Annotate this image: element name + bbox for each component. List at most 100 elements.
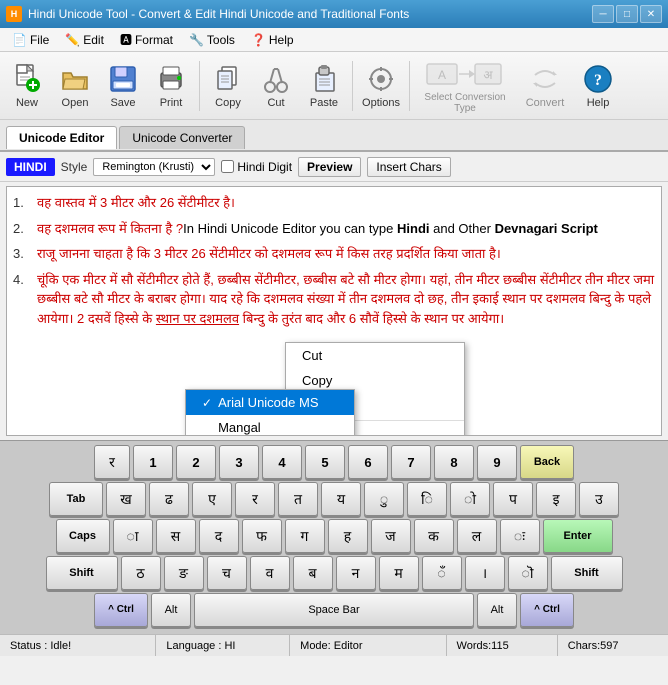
key-ta[interactable]: त [278, 482, 318, 516]
key-sa[interactable]: स [156, 519, 196, 553]
preview-button[interactable]: Preview [298, 157, 361, 177]
key-ctrl-left[interactable]: ^ Ctrl [94, 593, 148, 627]
menu-format[interactable]: 🅰 Format [112, 29, 181, 50]
key-ba[interactable]: ब [293, 556, 333, 590]
key-va[interactable]: व [250, 556, 290, 590]
key-ya[interactable]: य [321, 482, 361, 516]
editor-line-4: 4. चूंकि एक मीटर में सौ सेंटीमीटर होते ह… [13, 270, 655, 329]
key-ka[interactable]: क [414, 519, 454, 553]
key-i-vowel[interactable]: इ [536, 482, 576, 516]
menu-tools[interactable]: 🔧 Tools [181, 31, 243, 49]
new-button[interactable]: New [4, 56, 50, 116]
key-i-matra[interactable]: ि [407, 482, 447, 516]
app-icon: H [6, 6, 22, 22]
key-na[interactable]: न [336, 556, 376, 590]
key-6[interactable]: 6 [348, 445, 388, 479]
key-ra[interactable]: र‍ [94, 445, 130, 479]
print-button[interactable]: Print [148, 56, 194, 116]
editor-line-1: 1. वह वास्तव में 3 मीटर और 26 सेंटीमीटर … [13, 193, 655, 213]
editor-area[interactable]: 1. वह वास्तव में 3 मीटर और 26 सेंटीमीटर … [6, 186, 662, 436]
maximize-button[interactable]: □ [616, 5, 638, 23]
key-ra2[interactable]: र [235, 482, 275, 516]
key-u-vowel[interactable]: उ [579, 482, 619, 516]
key-kha[interactable]: ख [106, 482, 146, 516]
ctx-cut[interactable]: Cut [286, 343, 464, 368]
editor-line-3: 3. राजू जानना चाहता है कि 3 मीटर 26 सेंट… [13, 244, 655, 264]
key-aa-matra[interactable]: ा [113, 519, 153, 553]
key-o-matra[interactable]: ो [450, 482, 490, 516]
key-chandrabindu[interactable]: ँ [422, 556, 462, 590]
key-visarg[interactable]: ः [500, 519, 540, 553]
key-caps[interactable]: Caps [56, 519, 110, 553]
font-mangal[interactable]: ✓ Mangal [186, 415, 354, 436]
menu-edit[interactable]: ✏️ Edit [57, 31, 112, 49]
key-tha[interactable]: ठ [121, 556, 161, 590]
style-select[interactable]: Remington (Krusti) [93, 158, 215, 176]
key-shift-left[interactable]: Shift [46, 556, 118, 590]
key-9[interactable]: 9 [477, 445, 517, 479]
key-4[interactable]: 4 [262, 445, 302, 479]
file-icon: 📄 [12, 33, 27, 47]
insert-chars-button[interactable]: Insert Chars [367, 157, 450, 177]
hindi-digit-check-input[interactable] [221, 160, 234, 173]
app-window: H Hindi Unicode Tool - Convert & Edit Hi… [0, 0, 668, 656]
font-submenu: ✓ Arial Unicode MS ✓ Mangal [185, 389, 355, 436]
key-space[interactable]: Space Bar [194, 593, 474, 627]
key-cha[interactable]: च [207, 556, 247, 590]
key-u-matra[interactable]: ु [364, 482, 404, 516]
key-enter[interactable]: Enter [543, 519, 613, 553]
copy-button[interactable]: Copy [205, 56, 251, 116]
close-button[interactable]: ✕ [640, 5, 662, 23]
open-button[interactable]: Open [52, 56, 98, 116]
cut-button[interactable]: Cut [253, 56, 299, 116]
key-alt-left[interactable]: Alt [151, 593, 191, 627]
font-arial-unicode[interactable]: ✓ Arial Unicode MS [186, 390, 354, 415]
hindi-digit-checkbox[interactable]: Hindi Digit [221, 160, 292, 174]
key-shift-right[interactable]: Shift [551, 556, 623, 590]
key-back[interactable]: Back [520, 445, 574, 479]
key-tab[interactable]: Tab [49, 482, 103, 516]
key-pha[interactable]: फ [242, 519, 282, 553]
key-7[interactable]: 7 [391, 445, 431, 479]
options-button[interactable]: Options [358, 56, 404, 116]
key-short-o[interactable]: ॊ [508, 556, 548, 590]
title-bar-text: Hindi Unicode Tool - Convert & Edit Hind… [28, 7, 409, 21]
svg-text:?: ? [594, 72, 602, 89]
key-e-vowel[interactable]: ए [192, 482, 232, 516]
help-button[interactable]: ? Help [575, 56, 621, 116]
key-ga[interactable]: ग [285, 519, 325, 553]
status-status: Status : Idle! [0, 635, 156, 656]
minimize-button[interactable]: ─ [592, 5, 614, 23]
key-nga[interactable]: ङ [164, 556, 204, 590]
key-ha[interactable]: ह [328, 519, 368, 553]
key-8[interactable]: 8 [434, 445, 474, 479]
menu-help[interactable]: ❓ Help [243, 31, 302, 49]
key-1[interactable]: 1 [133, 445, 173, 479]
check-mark-icon: ✓ [202, 396, 212, 410]
key-3[interactable]: 3 [219, 445, 259, 479]
hindi-badge: HINDI [6, 158, 55, 176]
key-pa[interactable]: प [493, 482, 533, 516]
key-la[interactable]: ल [457, 519, 497, 553]
tools-icon: 🔧 [189, 33, 204, 47]
editor-line-2: 2. वह दशमलव रूप में कितना है ?In Hindi U… [13, 219, 655, 239]
save-button[interactable]: Save [100, 56, 146, 116]
key-5[interactable]: 5 [305, 445, 345, 479]
tab-unicode-converter[interactable]: Unicode Converter [119, 126, 245, 149]
key-ja[interactable]: ज [371, 519, 411, 553]
menu-file[interactable]: 📄 File [4, 31, 57, 49]
key-alt-right[interactable]: Alt [477, 593, 517, 627]
key-danda[interactable]: । [465, 556, 505, 590]
tab-unicode-editor[interactable]: Unicode Editor [6, 126, 117, 149]
key-ddha[interactable]: ढ [149, 482, 189, 516]
status-words: Words:115 [447, 635, 558, 656]
style-label: Style [61, 160, 88, 174]
key-da[interactable]: द [199, 519, 239, 553]
svg-text:अ: अ [483, 68, 493, 82]
key-ma[interactable]: म [379, 556, 419, 590]
paste-button[interactable]: Paste [301, 56, 347, 116]
key-2[interactable]: 2 [176, 445, 216, 479]
editor-toolbar: HINDI Style Remington (Krusti) Hindi Dig… [0, 152, 668, 182]
key-ctrl-right[interactable]: ^ Ctrl [520, 593, 574, 627]
status-mode: Mode: Editor [290, 635, 446, 656]
